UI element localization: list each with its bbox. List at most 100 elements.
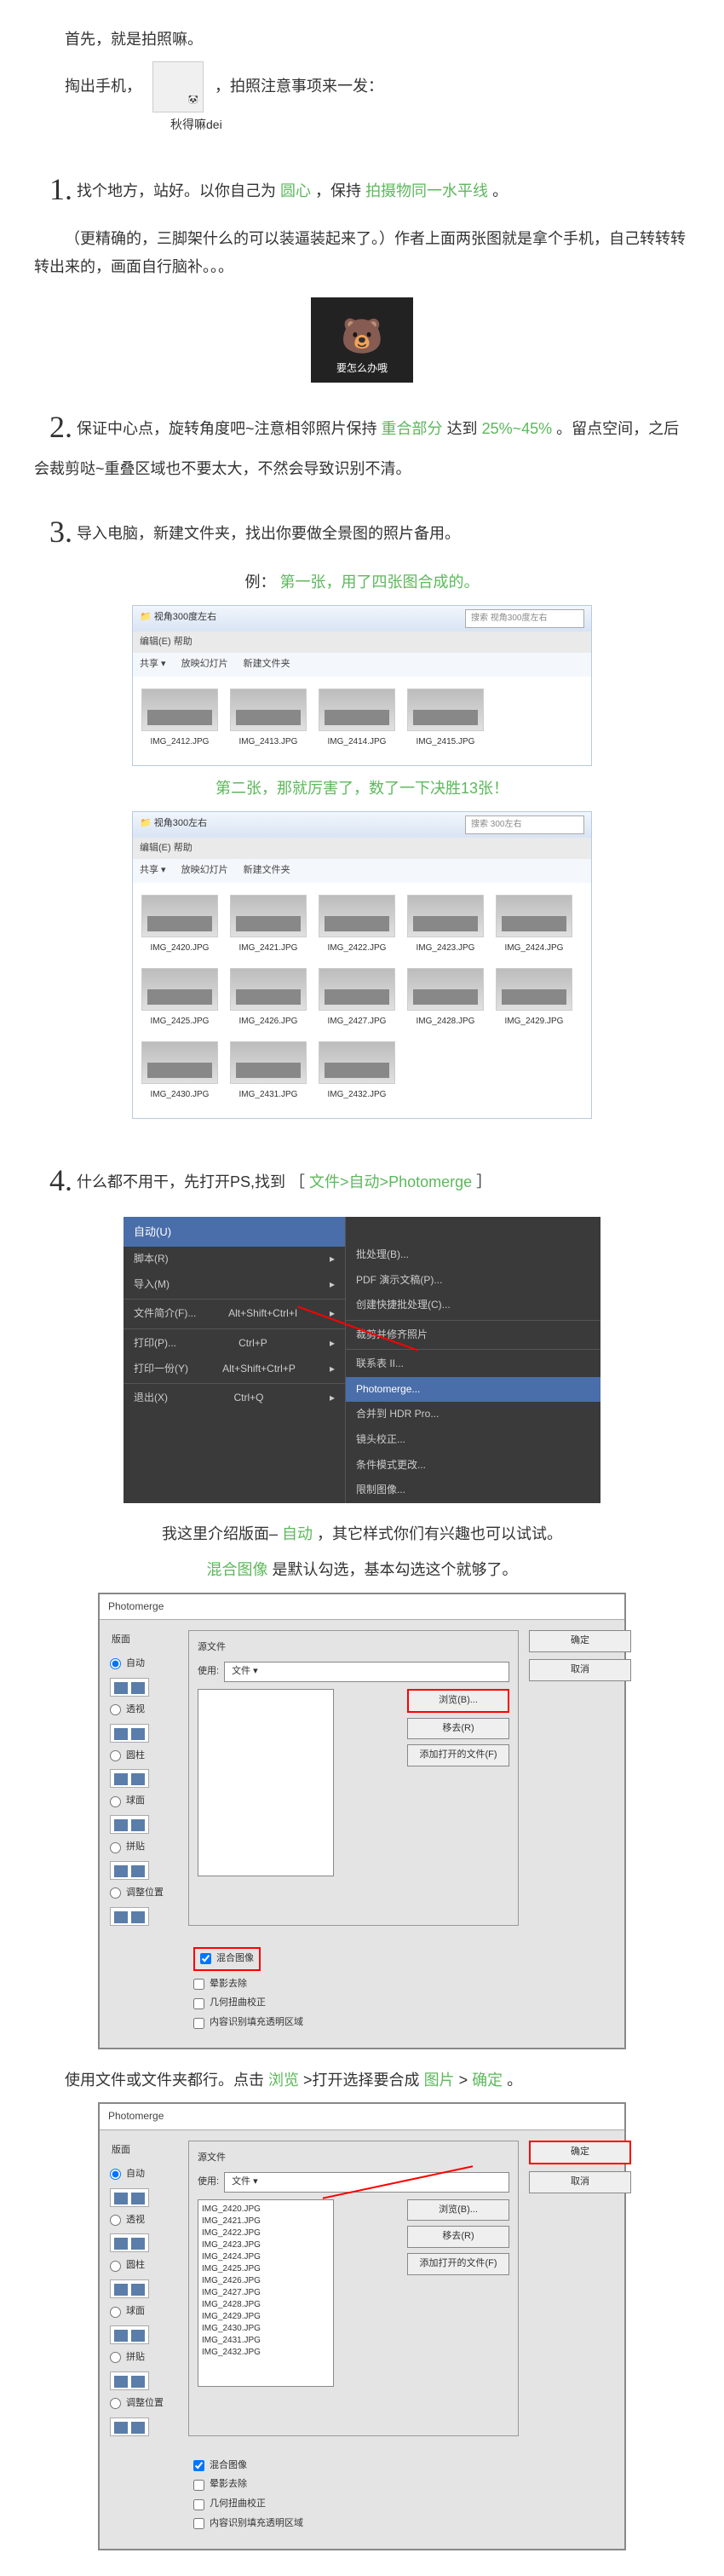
ps-menu-item[interactable]: 退出(X)Ctrl+Q (124, 1386, 345, 1411)
dlg1-use-select[interactable]: 文件 ▾ (224, 1662, 509, 1682)
ps-submenu-item[interactable]: Photomerge... (346, 1377, 600, 1403)
dlg1-file-list[interactable] (198, 1689, 334, 1876)
file-thumb[interactable]: IMG_2431.JPG (230, 1041, 307, 1103)
dlg2-chk-geo[interactable]: 几何扭曲校正 (193, 2496, 612, 2513)
file-thumb[interactable]: IMG_2412.JPG (141, 689, 218, 750)
file-thumb[interactable]: IMG_2423.JPG (407, 895, 484, 956)
fb1-search[interactable]: 搜索 视角300度左右 (465, 609, 584, 628)
list-item[interactable]: IMG_2428.JPG (202, 2299, 330, 2311)
fb2-tb-new[interactable]: 新建文件夹 (244, 862, 290, 879)
layout-thumb (110, 2325, 149, 2344)
file-thumb[interactable]: IMG_2432.JPG (319, 1041, 395, 1103)
layout-thumb (110, 1861, 149, 1880)
dlg2-cancel-button[interactable]: 取消 (529, 2171, 631, 2193)
fb2-search[interactable]: 搜索 300左右 (465, 815, 584, 834)
file-thumb[interactable]: IMG_2428.JPG (407, 968, 484, 1029)
file-thumb[interactable]: IMG_2414.JPG (319, 689, 395, 750)
dlg1-chk-vignette[interactable]: 晕影去除 (193, 1976, 612, 1993)
dlg1-browse-button[interactable]: 浏览(B)... (407, 1689, 509, 1713)
ps-submenu-item[interactable]: 批处理(B)... (346, 1242, 600, 1268)
file-thumb[interactable]: IMG_2424.JPG (496, 895, 572, 956)
list-item[interactable]: IMG_2430.JPG (202, 2323, 330, 2335)
dlg2-browse-button[interactable]: 浏览(B)... (407, 2199, 509, 2222)
list-item[interactable]: IMG_2420.JPG (202, 2204, 330, 2216)
layout-option[interactable]: 圆柱 (110, 2257, 178, 2274)
ps-menu-item[interactable]: 脚本(R) (124, 1247, 345, 1272)
layout-option[interactable]: 透视 (110, 1702, 178, 1719)
list-item[interactable]: IMG_2422.JPG (202, 2227, 330, 2239)
fb1-tb-slide[interactable]: 放映幻灯片 (181, 656, 228, 673)
list-item[interactable]: IMG_2426.JPG (202, 2275, 330, 2287)
list-item[interactable]: IMG_2425.JPG (202, 2263, 330, 2275)
dlg1-chk-geo[interactable]: 几何扭曲校正 (193, 1995, 612, 2012)
thumb-image (141, 689, 218, 731)
dlg1-remove-button[interactable]: 移去(R) (407, 1718, 509, 1740)
dlg2-remove-button[interactable]: 移去(R) (407, 2226, 509, 2248)
layout-thumb (110, 2233, 149, 2252)
layout-option[interactable]: 自动 (110, 2166, 178, 2183)
ps-submenu-item[interactable]: PDF 演示文稿(P)... (346, 1268, 600, 1294)
file-thumb[interactable]: IMG_2427.JPG (319, 968, 395, 1029)
fb2-menu[interactable]: 编辑(E) 帮助 (133, 838, 591, 860)
layout-option[interactable]: 调整位置 (110, 1885, 178, 1902)
dlg2-layout-label: 版面 (110, 2141, 178, 2161)
file-thumb[interactable]: IMG_2422.JPG (319, 895, 395, 956)
layout-option[interactable]: 拼贴 (110, 1839, 178, 1856)
fb2-tb-slide[interactable]: 放映幻灯片 (181, 862, 228, 879)
thumb-name: IMG_2423.JPG (407, 941, 484, 956)
dlg2-chk-fill[interactable]: 内容识别填充透明区域 (193, 2515, 612, 2533)
dlg1-cancel-button[interactable]: 取消 (529, 1659, 631, 1681)
dlg1-chk-fill[interactable]: 内容识别填充透明区域 (193, 2014, 612, 2031)
thumb-image (230, 968, 307, 1011)
dlg2-file-list[interactable]: IMG_2420.JPGIMG_2421.JPGIMG_2422.JPGIMG_… (198, 2199, 334, 2387)
layout-option[interactable]: 球面 (110, 1793, 178, 1810)
fb1-tb-share[interactable]: 共享 ▾ (140, 656, 166, 673)
dlg1-ok-button[interactable]: 确定 (529, 1630, 631, 1652)
layout-option[interactable]: 调整位置 (110, 2395, 178, 2412)
file-thumb[interactable]: IMG_2429.JPG (496, 968, 572, 1029)
file-thumb[interactable]: IMG_2421.JPG (230, 895, 307, 956)
ps-submenu-item[interactable]: 联系表 II... (346, 1351, 600, 1377)
list-item[interactable]: IMG_2421.JPG (202, 2216, 330, 2227)
dlg2-chk-blend[interactable]: 混合图像 (193, 2458, 612, 2475)
list-item[interactable]: IMG_2429.JPG (202, 2311, 330, 2323)
list-item[interactable]: IMG_2431.JPG (202, 2335, 330, 2347)
ps-submenu-item[interactable]: 条件模式更改... (346, 1453, 600, 1478)
layout-option[interactable]: 透视 (110, 2212, 178, 2229)
ps-submenu-item[interactable]: 镜头校正... (346, 1427, 600, 1453)
file-thumb[interactable]: IMG_2426.JPG (230, 968, 307, 1029)
list-item[interactable]: IMG_2427.JPG (202, 2287, 330, 2299)
layout-option[interactable]: 自动 (110, 1656, 178, 1673)
list-item[interactable]: IMG_2424.JPG (202, 2251, 330, 2263)
ps-menu-item[interactable]: 打印一份(Y)Alt+Shift+Ctrl+P (124, 1357, 345, 1382)
fb1-tb-new[interactable]: 新建文件夹 (244, 656, 290, 673)
dlg2-chk-vignette[interactable]: 晕影去除 (193, 2476, 612, 2493)
file-thumb[interactable]: IMG_2430.JPG (141, 1041, 218, 1103)
list-item[interactable]: IMG_2432.JPG (202, 2347, 330, 2359)
fb2-tb-share[interactable]: 共享 ▾ (140, 862, 166, 879)
ps-menu-item[interactable]: 打印(P)...Ctrl+P (124, 1331, 345, 1357)
layout-option[interactable]: 球面 (110, 2303, 178, 2320)
thumb-name: IMG_2415.JPG (407, 735, 484, 750)
file-thumb[interactable]: IMG_2413.JPG (230, 689, 307, 750)
file-thumb[interactable]: IMG_2415.JPG (407, 689, 484, 750)
layout-option[interactable]: 圆柱 (110, 1748, 178, 1765)
layout-option[interactable]: 拼贴 (110, 2349, 178, 2366)
file-thumb[interactable]: IMG_2420.JPG (141, 895, 218, 956)
step3-line: 3. 导入电脑，新建文件夹，找出你要做全景图的照片备用。 (34, 504, 690, 560)
dlg2-ok-button[interactable]: 确定 (529, 2141, 631, 2164)
ps-menu-item[interactable]: 导入(M) (124, 1272, 345, 1298)
fb2-title: 📁 视角300左右 (140, 815, 207, 834)
ps-submenu-item[interactable]: 限制图像... (346, 1478, 600, 1503)
ps-menu-head[interactable]: 自动(U) (124, 1217, 345, 1247)
list-item[interactable]: IMG_2423.JPG (202, 2239, 330, 2251)
ps-submenu-item[interactable]: 创建快捷批处理(C)... (346, 1293, 600, 1318)
dlg1-chk-blend[interactable]: 混合图像 (193, 1947, 261, 1971)
ps-submenu-item[interactable]: 合并到 HDR Pro... (346, 1402, 600, 1427)
ps-menu-item[interactable]: 文件简介(F)...Alt+Shift+Ctrl+I (124, 1301, 345, 1327)
dlg1-addopen-button[interactable]: 添加打开的文件(F) (407, 1744, 509, 1766)
fb1-menu[interactable]: 编辑(E) 帮助 (133, 631, 591, 654)
file-thumb[interactable]: IMG_2425.JPG (141, 968, 218, 1029)
dlg2-addopen-button[interactable]: 添加打开的文件(F) (407, 2253, 509, 2275)
ps-submenu-item[interactable]: 裁剪并修齐照片 (346, 1323, 600, 1348)
